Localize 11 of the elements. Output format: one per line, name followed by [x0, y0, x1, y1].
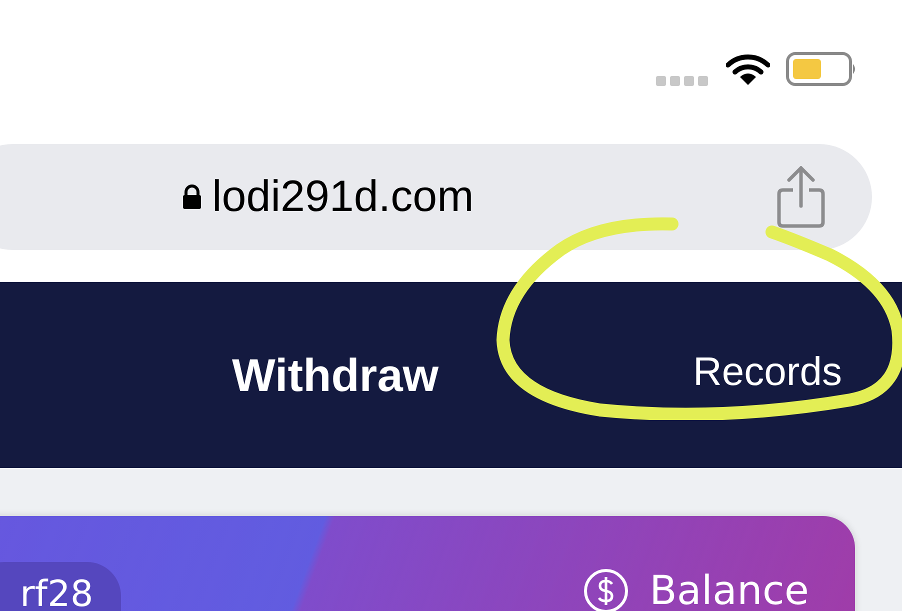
battery-icon [786, 52, 858, 86]
balance-label: Balance [649, 568, 809, 611]
url-text: lodi291d.com [212, 172, 474, 222]
page-title: Withdraw [232, 348, 439, 402]
share-icon[interactable] [776, 166, 826, 228]
wifi-icon [726, 54, 770, 86]
records-link[interactable]: Records [693, 350, 842, 395]
signal-icon [656, 76, 708, 86]
user-tag: rf28 [0, 562, 122, 611]
address-bar[interactable]: lodi291d.com [0, 144, 872, 250]
dollar-icon [583, 568, 630, 611]
